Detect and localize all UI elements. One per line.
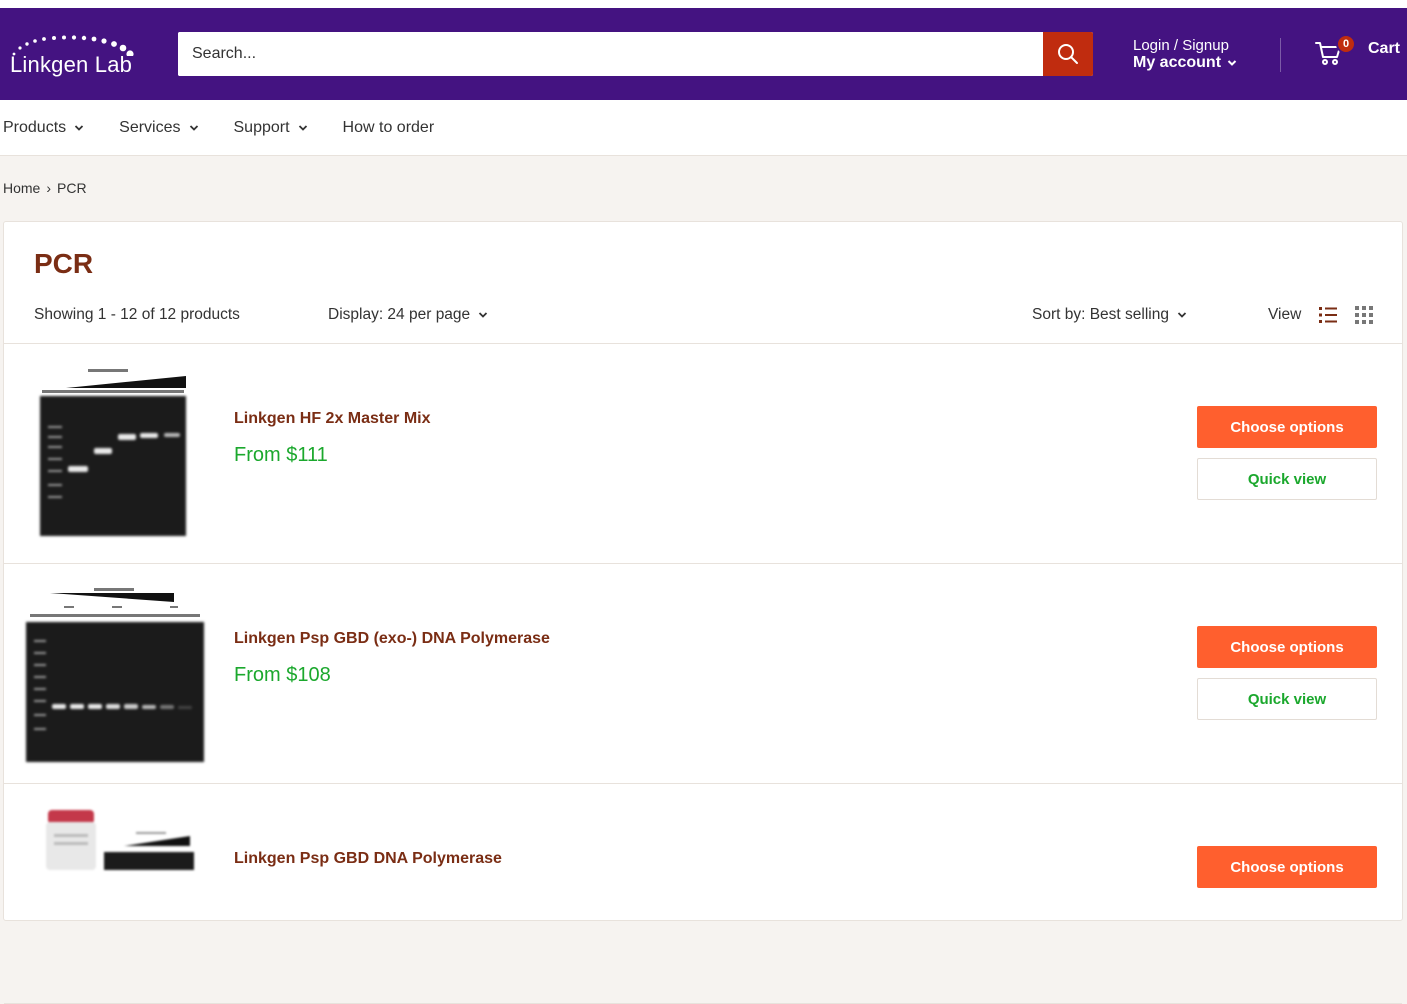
breadcrumb-home-link[interactable]: Home [3,180,40,196]
product-price: From $108 [234,664,331,686]
login-signup-link[interactable]: Login / Signup [1133,38,1237,54]
account-menu[interactable]: Login / Signup My account [1133,38,1237,71]
gel-image [40,396,186,536]
site-logo[interactable]: Linkgen Lab [8,35,138,84]
list-view-icon[interactable] [1319,306,1338,324]
main-nav: Products Services Support How to order [0,100,1407,156]
product-price: From $111 [234,444,328,466]
sort-by-select[interactable]: Sort by: Best selling [1032,306,1187,324]
nav-item-services[interactable]: Services [119,119,198,137]
nav-item-label: Products [3,118,67,136]
chevron-down-icon [479,312,488,318]
product-title[interactable]: Linkgen Psp GBD (exo-) DNA Polymerase [234,630,550,648]
display-per-page-select[interactable]: Display: 24 per page [328,306,488,324]
nav-item-label: Services [119,118,181,136]
site-header: Linkgen Lab Login / Signup My account 0 … [0,8,1407,100]
breadcrumb-separator: › [46,180,52,196]
search-input[interactable] [178,32,1043,76]
nav-item-products[interactable]: Products [3,119,84,137]
view-label: View [1268,306,1302,323]
logo-text: Linkgen Lab [10,52,133,77]
chevron-down-icon [1177,312,1187,318]
nav-item-support[interactable]: Support [234,119,308,137]
search-button[interactable] [1043,32,1093,76]
collection-toolbar: Showing 1 - 12 of 12 products Display: 2… [4,306,1402,344]
breadcrumb-current: PCR [57,180,87,196]
breadcrumb: Home › PCR [3,180,87,196]
product-image[interactable] [24,584,206,764]
search-icon [1058,44,1078,64]
product-item: Linkgen Psp GBD DNA Polymerase Choose op… [4,784,1402,1004]
template-amount-wedge [30,588,200,617]
quick-view-button[interactable]: Quick view [1197,458,1377,500]
chevron-down-icon [298,124,307,131]
product-image[interactable] [38,366,188,538]
choose-options-button[interactable]: Choose options [1197,406,1377,448]
cart-label: Cart [1368,40,1401,57]
product-count: Showing 1 - 12 of 12 products [34,306,240,323]
product-title[interactable]: Linkgen HF 2x Master Mix [234,410,431,428]
gel-image [26,622,204,762]
search-bar [178,32,1093,76]
header-divider [1280,38,1281,72]
collection-panel: PCR Showing 1 - 12 of 12 products Displa… [3,221,1403,1004]
nav-item-label: Support [233,118,290,136]
cart-count-badge: 0 [1336,34,1356,54]
chevron-down-icon [1227,59,1237,66]
view-switcher: View [1268,306,1374,324]
quick-view-button[interactable]: Quick view [1197,678,1377,720]
cart-link[interactable]: 0 Cart [1314,34,1401,65]
product-item: Linkgen HF 2x Master Mix From $111 Choos… [4,344,1402,564]
choose-options-button[interactable]: Choose options [1197,846,1377,888]
amplicon-length-wedge [42,369,186,393]
product-item: Linkgen Psp GBD (exo-) DNA Polymerase Fr… [4,564,1402,784]
my-account-label[interactable]: My account [1133,54,1221,71]
chevron-down-icon [189,124,198,131]
chevron-down-icon [75,124,84,131]
product-title[interactable]: Linkgen Psp GBD DNA Polymerase [234,850,502,868]
nav-item-how-to-order[interactable]: How to order [343,119,435,137]
display-label: Display: 24 per page [328,306,471,323]
top-strip [0,0,1407,8]
grid-view-icon[interactable] [1355,306,1374,324]
reagent-tube-image [46,810,194,870]
nav-item-label: How to order [342,118,435,136]
product-image[interactable] [44,810,194,930]
page-title: PCR [34,248,94,279]
sort-label: Sort by: Best selling [1032,306,1169,323]
choose-options-button[interactable]: Choose options [1197,626,1377,668]
